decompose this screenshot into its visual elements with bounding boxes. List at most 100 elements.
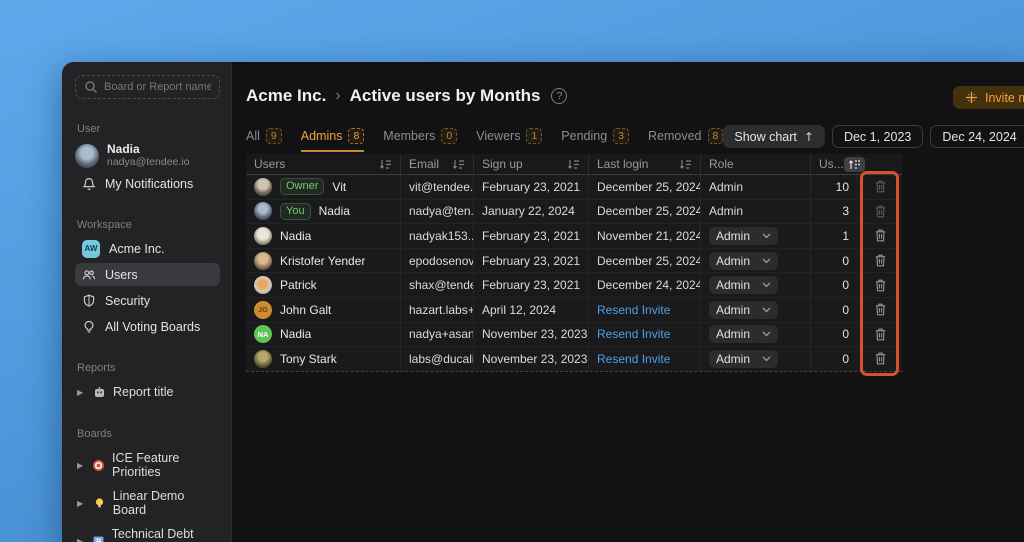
main-panel: Acme Inc. › Active users by Months ? Inv…	[232, 62, 1024, 542]
sort-icon[interactable]	[679, 159, 692, 170]
signup-date: November 23, 2023	[473, 347, 588, 371]
delete-user-button[interactable]	[873, 301, 888, 318]
role-dropdown[interactable]: Admin	[709, 325, 778, 343]
column-header-role: Role	[709, 157, 802, 171]
sidebar-board-item[interactable]: ▶ ICE Feature Priorities	[75, 446, 220, 484]
delete-user-button[interactable]	[873, 350, 888, 367]
user-email: nadya+asan...	[400, 323, 473, 347]
tab-all[interactable]: All 9	[246, 128, 282, 152]
workspace-logo: AW	[82, 240, 100, 258]
you-badge: You	[280, 203, 311, 220]
search-icon	[84, 80, 98, 94]
resend-invite-link[interactable]: Resend Invite	[597, 327, 670, 341]
trash-icon	[875, 328, 886, 341]
tab-removed[interactable]: Removed 8	[648, 128, 723, 152]
role-value: Admin	[716, 229, 750, 243]
sidebar-item-security[interactable]: Security	[75, 289, 220, 312]
table-row[interactable]: Patrick shax@tende... February 23, 2021 …	[246, 273, 902, 298]
table-row[interactable]: OwnerVit vit@tendee.io February 23, 2021…	[246, 175, 902, 200]
signup-date: February 23, 2021	[473, 175, 588, 199]
user-name: Patrick	[280, 278, 317, 292]
usage-count: 0	[810, 347, 857, 371]
user-email: nadya@tendee.io	[107, 156, 189, 168]
table-row[interactable]: Nadia nadyak153... February 23, 2021 Nov…	[246, 224, 902, 249]
delete-user-button[interactable]	[873, 203, 888, 220]
avatar-initials: NA	[254, 325, 272, 343]
signup-date: February 23, 2021	[473, 249, 588, 273]
avatar	[254, 202, 272, 220]
user-email: vit@tendee.io	[400, 175, 473, 199]
avatar	[254, 276, 272, 294]
filter-tabs: All 9 Admins 8 Members 0 Viewers 1 Pendi…	[246, 128, 723, 152]
table-row[interactable]: JGJohn Galt hazart.labs+... April 12, 20…	[246, 298, 902, 323]
section-label-user: User	[77, 123, 218, 135]
date-to-button[interactable]: Dec 24, 2024	[930, 125, 1024, 148]
role-dropdown[interactable]: Admin	[709, 227, 778, 245]
app-window: User Nadia nadya@tendee.io My Notificati…	[62, 62, 1024, 542]
resend-invite-link[interactable]: Resend Invite	[597, 352, 670, 366]
column-header-email: Email	[409, 157, 452, 171]
chevron-down-icon	[762, 307, 771, 313]
usage-count: 10	[810, 175, 857, 199]
chevron-right-icon[interactable]: ▶	[77, 499, 86, 508]
sidebar-item-notifications[interactable]: My Notifications	[75, 172, 220, 195]
tab-count-badge: 0	[441, 128, 457, 144]
user-email: hazart.labs+...	[400, 298, 473, 322]
search-input[interactable]	[104, 81, 211, 93]
delete-user-button[interactable]	[873, 227, 888, 244]
sidebar-board-item[interactable]: ▶ Linear Demo Board	[75, 484, 220, 522]
invite-more-button[interactable]: Invite more	[953, 86, 1024, 109]
sidebar-item-users[interactable]: Users	[75, 263, 220, 286]
table-row[interactable]: Kristofer Yender epodosenov... February …	[246, 249, 902, 274]
chevron-right-icon[interactable]: ▶	[77, 461, 85, 470]
date-from-button[interactable]: Dec 1, 2023	[832, 125, 923, 148]
role-dropdown[interactable]: Admin	[709, 350, 778, 368]
role-dropdown[interactable]: Admin	[709, 301, 778, 319]
user-avatar	[75, 144, 99, 168]
delete-user-button[interactable]	[873, 178, 888, 195]
last-login: December 25, 2024	[588, 200, 700, 224]
help-icon[interactable]: ?	[551, 88, 567, 104]
search-box[interactable]	[75, 75, 220, 99]
sidebar-item-label: My Notifications	[105, 177, 193, 191]
show-chart-button[interactable]: Show chart ↑	[723, 125, 825, 148]
last-login: December 25, 2024	[588, 175, 700, 199]
current-user[interactable]: Nadia nadya@tendee.io	[75, 143, 220, 168]
sort-icon[interactable]	[452, 159, 465, 170]
workspace-name: Acme Inc.	[109, 242, 165, 256]
role-dropdown[interactable]: Admin	[709, 276, 778, 294]
chevron-right-icon[interactable]: ▶	[77, 388, 86, 397]
breadcrumb-workspace[interactable]: Acme Inc.	[246, 86, 326, 106]
role-dropdown[interactable]: Admin	[709, 252, 778, 270]
avatar	[254, 227, 272, 245]
users-icon	[82, 268, 96, 282]
bell-icon	[82, 177, 96, 191]
delete-user-button[interactable]	[873, 277, 888, 294]
tab-pending[interactable]: Pending 3	[561, 128, 629, 152]
sidebar-item-workspace[interactable]: AW Acme Inc.	[75, 237, 220, 260]
user-name: Nadia	[280, 229, 311, 243]
tab-admins[interactable]: Admins 8	[301, 128, 365, 152]
sidebar-item-voting-boards[interactable]: All Voting Boards	[75, 315, 220, 338]
avatar	[254, 178, 272, 196]
resend-invite-link[interactable]: Resend Invite	[597, 303, 670, 317]
table-row[interactable]: NANadia nadya+asan... November 23, 2023 …	[246, 323, 902, 348]
signup-date: November 23, 2023	[473, 323, 588, 347]
delete-user-button[interactable]	[873, 252, 888, 269]
column-header-usage: Us...	[819, 157, 844, 171]
date-to-label: Dec 24, 2024	[942, 130, 1016, 144]
avatar	[254, 350, 272, 368]
chevron-right-icon[interactable]: ▶	[77, 537, 85, 542]
tab-viewers[interactable]: Viewers 1	[476, 128, 542, 152]
table-row[interactable]: YouNadia nadya@ten... January 22, 2024 D…	[246, 200, 902, 225]
usage-count: 0	[810, 273, 857, 297]
user-email: nadyak153...	[400, 224, 473, 248]
sort-icon[interactable]	[567, 159, 580, 170]
tab-members[interactable]: Members 0	[383, 128, 457, 152]
sort-icon[interactable]	[379, 159, 392, 170]
avatar	[254, 252, 272, 270]
table-row[interactable]: Tony Stark labs@ducali... November 23, 2…	[246, 347, 902, 372]
sidebar-board-item[interactable]: ▶ Technical Debt Priori...	[75, 522, 220, 542]
delete-user-button[interactable]	[873, 326, 888, 343]
sidebar-report-item[interactable]: ▶ Report title	[75, 380, 220, 404]
